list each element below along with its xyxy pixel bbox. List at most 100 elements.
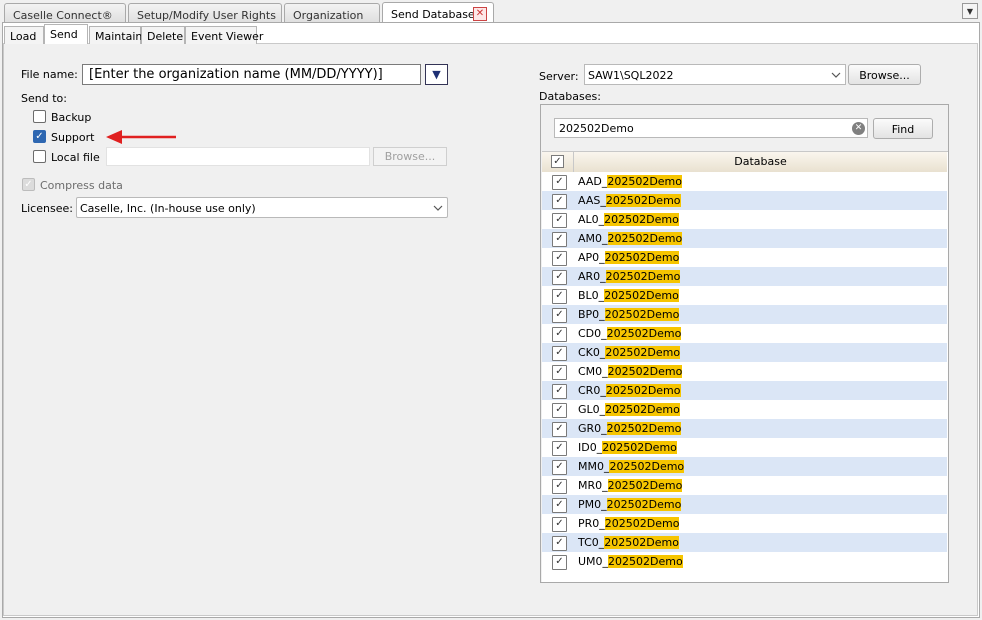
tab-list-dropdown-button[interactable]: ▼: [962, 3, 978, 19]
chevron-down-icon: [433, 205, 443, 211]
database-name: MM0_202502Demo: [578, 460, 685, 473]
tab-label: Caselle Connect®: [13, 9, 113, 22]
row-checkbox[interactable]: ✓: [552, 422, 567, 437]
table-row[interactable]: ✓ GL0_202502Demo: [542, 400, 947, 419]
clear-icon[interactable]: ✕: [852, 122, 865, 135]
search-match-highlight: 202502Demo: [606, 498, 682, 511]
row-checkbox[interactable]: ✓: [552, 365, 567, 380]
search-match-highlight: 202502Demo: [605, 270, 681, 283]
table-row[interactable]: ✓ AL0_202502Demo: [542, 210, 947, 229]
table-row[interactable]: ✓ MR0_202502Demo: [542, 476, 947, 495]
table-row[interactable]: ✓ CR0_202502Demo: [542, 381, 947, 400]
database-prefix: MR0_: [578, 479, 608, 492]
row-checkbox[interactable]: ✓: [552, 498, 567, 513]
server-select[interactable]: SAW1\SQL2022: [584, 64, 846, 85]
table-row[interactable]: ✓ UM0_202502Demo: [542, 552, 947, 571]
search-match-highlight: 202502Demo: [604, 251, 680, 264]
subtab-delete[interactable]: Delete: [141, 26, 185, 44]
databases-grid: ✓ Database ✓ AAD_202502Demo ✓ AAS_202502Dem…: [542, 151, 948, 582]
database-prefix: CR0_: [578, 384, 606, 397]
row-checkbox[interactable]: ✓: [552, 536, 567, 551]
database-prefix: GL0_: [578, 403, 606, 416]
row-checkbox[interactable]: ✓: [552, 327, 567, 342]
compress-data-checkbox[interactable]: ✓: [22, 178, 35, 191]
table-row[interactable]: ✓ CK0_202502Demo: [542, 343, 947, 362]
database-prefix: PR0_: [578, 517, 605, 530]
server-label: Server:: [539, 70, 579, 83]
table-row[interactable]: ✓ GR0_202502Demo: [542, 419, 947, 438]
row-checkbox[interactable]: ✓: [552, 384, 567, 399]
local-file-path-input[interactable]: [106, 147, 370, 166]
row-checkbox[interactable]: ✓: [552, 175, 567, 190]
subtab-label: Load: [10, 30, 37, 43]
row-checkbox[interactable]: ✓: [552, 289, 567, 304]
subtab-maintain[interactable]: Maintain: [89, 26, 142, 44]
find-button[interactable]: Find: [873, 118, 933, 139]
table-row[interactable]: ✓ ID0_202502Demo: [542, 438, 947, 457]
row-checkbox[interactable]: ✓: [552, 555, 567, 570]
row-checkbox[interactable]: ✓: [552, 270, 567, 285]
server-value: SAW1\SQL2022: [588, 69, 674, 82]
row-checkbox[interactable]: ✓: [552, 441, 567, 456]
tab-send-databases[interactable]: Send Databases ✕: [382, 2, 494, 23]
table-row[interactable]: ✓ PR0_202502Demo: [542, 514, 947, 533]
search-match-highlight: 202502Demo: [604, 213, 679, 226]
database-search-input[interactable]: 202502Demo ✕: [554, 118, 868, 138]
database-prefix: ID0_: [578, 441, 603, 454]
subtab-label: Send: [50, 28, 78, 41]
subtab-label: Event Viewer: [191, 30, 264, 43]
subtab-load[interactable]: Load: [4, 26, 44, 44]
table-row[interactable]: ✓ BP0_202502Demo: [542, 305, 947, 324]
file-name-value: [Enter the organization name (MM/DD/YYYY…: [89, 67, 383, 82]
local-file-browse-button[interactable]: Browse...: [373, 147, 447, 166]
database-column-header[interactable]: Database: [574, 152, 947, 172]
tab-setup-user-rights[interactable]: Setup/Modify User Rights: [128, 3, 282, 23]
table-row[interactable]: ✓ CM0_202502Demo: [542, 362, 947, 381]
tab-caselle-connect[interactable]: Caselle Connect®: [4, 3, 126, 23]
table-row[interactable]: ✓ AR0_202502Demo: [542, 267, 947, 286]
server-browse-button[interactable]: Browse...: [848, 64, 921, 85]
table-row[interactable]: ✓ PM0_202502Demo: [542, 495, 947, 514]
checkmark-icon: ✓: [24, 179, 33, 190]
row-checkbox[interactable]: ✓: [552, 479, 567, 494]
support-checkbox[interactable]: ✓: [33, 130, 46, 143]
row-checkbox[interactable]: ✓: [552, 403, 567, 418]
database-prefix: AL0_: [578, 213, 605, 226]
row-checkbox[interactable]: ✓: [552, 194, 567, 209]
database-prefix: BP0_: [578, 308, 605, 321]
file-name-input[interactable]: [Enter the organization name (MM/DD/YYYY…: [82, 64, 421, 85]
table-row[interactable]: ✓ AP0_202502Demo: [542, 248, 947, 267]
row-checkbox[interactable]: ✓: [552, 460, 567, 475]
database-name: AP0_202502Demo: [578, 251, 680, 264]
select-all-checkbox[interactable]: ✓: [551, 155, 564, 168]
table-row[interactable]: ✓ TC0_202502Demo: [542, 533, 947, 552]
search-match-highlight: 202502Demo: [608, 555, 683, 568]
table-row[interactable]: ✓ AAD_202502Demo: [542, 172, 947, 191]
table-row[interactable]: ✓ BL0_202502Demo: [542, 286, 947, 305]
row-checkbox[interactable]: ✓: [552, 308, 567, 323]
row-checkbox[interactable]: ✓: [552, 346, 567, 361]
subtab-event-viewer[interactable]: Event Viewer: [185, 26, 263, 44]
row-checkbox[interactable]: ✓: [552, 517, 567, 532]
licensee-select[interactable]: Caselle, Inc. (In-house use only): [76, 197, 448, 218]
database-name: CK0_202502Demo: [578, 346, 681, 359]
tab-label: Setup/Modify User Rights: [137, 9, 276, 22]
table-row[interactable]: ✓ AM0_202502Demo: [542, 229, 947, 248]
local-file-checkbox[interactable]: [33, 150, 46, 163]
tab-organization[interactable]: Organization: [284, 3, 380, 23]
backup-checkbox[interactable]: [33, 110, 46, 123]
table-row[interactable]: ✓ AAS_202502Demo: [542, 191, 947, 210]
search-match-highlight: 202502Demo: [609, 460, 685, 473]
close-icon[interactable]: ✕: [473, 7, 487, 21]
subtab-send[interactable]: Send: [44, 24, 88, 44]
file-name-dropdown-button[interactable]: ▼: [425, 64, 448, 85]
table-row[interactable]: ✓ MM0_202502Demo: [542, 457, 947, 476]
row-checkbox[interactable]: ✓: [552, 213, 567, 228]
row-checkbox[interactable]: ✓: [552, 232, 567, 247]
search-match-highlight: 202502Demo: [605, 403, 680, 416]
table-row[interactable]: ✓ CD0_202502Demo: [542, 324, 947, 343]
database-prefix: BL0_: [578, 289, 605, 302]
row-checkbox[interactable]: ✓: [552, 251, 567, 266]
compress-data-label: Compress data: [40, 179, 123, 192]
support-label: Support: [51, 131, 95, 144]
